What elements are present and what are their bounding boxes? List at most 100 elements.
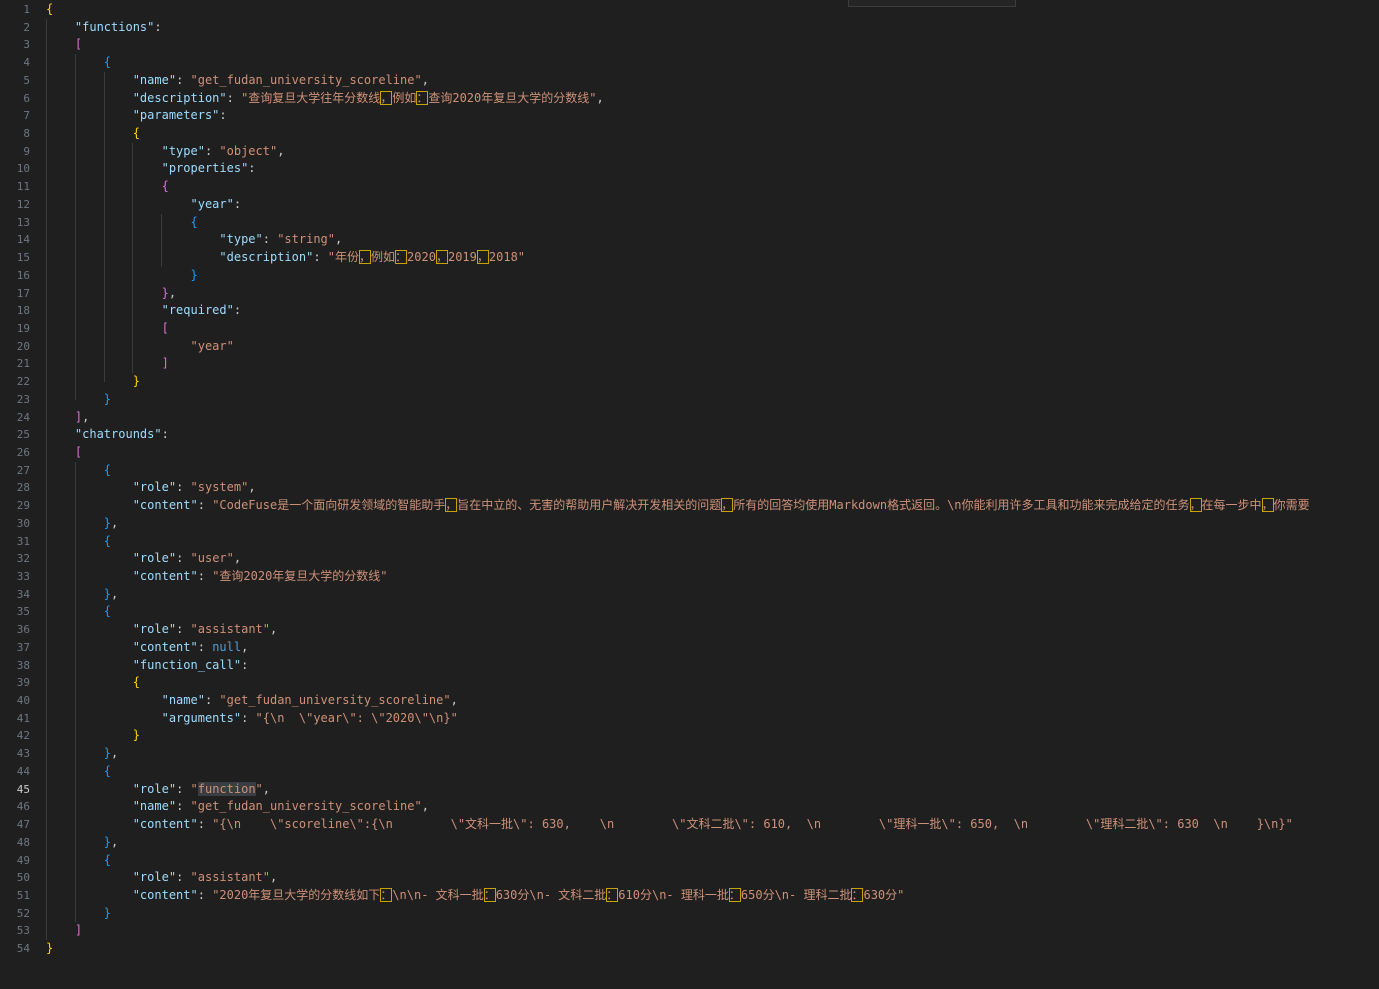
code-line[interactable]: [ [46, 444, 1379, 462]
code-line[interactable]: } [46, 905, 1379, 923]
code-line[interactable]: }, [46, 745, 1379, 763]
json-string: 610分\n- 理科一批 [618, 887, 729, 902]
code-line[interactable]: { [46, 852, 1379, 870]
code-line[interactable]: "type": "string", [46, 231, 1379, 249]
json-key: "role" [132, 622, 177, 637]
line-number: 10 [16, 162, 30, 176]
code-line[interactable]: } [46, 727, 1379, 745]
line-number: 8 [23, 127, 30, 141]
code-line[interactable]: ] [46, 922, 1379, 940]
line-number: 6 [23, 91, 30, 105]
code-line[interactable]: "role": "function", [46, 781, 1379, 799]
code-line[interactable]: "role": "user", [46, 550, 1379, 568]
code-line[interactable]: { [46, 125, 1379, 143]
code-editor[interactable]: 1 2 3 4 5 6 7 8 9 10 11 12 13 14 15 16 17 18 19 20 21 22 23 24 2… [0, 0, 1379, 989]
line-number: 45 [16, 782, 30, 796]
json-string: ， [435, 250, 448, 265]
token: , [82, 409, 90, 424]
code-line[interactable]: }, [46, 285, 1379, 303]
code-line[interactable]: "year": [46, 196, 1379, 214]
code-line[interactable]: } [46, 940, 1379, 958]
token: , [111, 746, 119, 761]
code-line[interactable]: }, [46, 834, 1379, 852]
code-line[interactable]: { [46, 54, 1379, 72]
code-line[interactable]: "content": null, [46, 639, 1379, 657]
code-line[interactable]: "content": "2020年复旦大学的分数线如下：\n\n- 文科一批：6… [46, 887, 1379, 905]
code-line[interactable]: } [46, 267, 1379, 285]
json-string: ： [851, 887, 864, 902]
code-line[interactable]: { [46, 1, 1379, 19]
token: , [335, 232, 343, 247]
code-line[interactable]: [ [46, 320, 1379, 338]
code-line[interactable]: "role": "assistant", [46, 621, 1379, 639]
token: : [241, 710, 256, 725]
code-line[interactable]: ], [46, 409, 1379, 427]
json-key: "content" [132, 817, 198, 832]
code-line[interactable]: } [46, 391, 1379, 409]
json-string: "assistant" [190, 622, 270, 637]
json-string: ： [395, 250, 408, 265]
code-line[interactable]: "year" [46, 338, 1379, 356]
line-number: 11 [16, 180, 30, 194]
code-line[interactable]: { [46, 533, 1379, 551]
line-number: 41 [16, 711, 30, 725]
code-line[interactable]: ] [46, 355, 1379, 373]
code-area[interactable]: { "functions": [ { "name": "get_fudan_un… [46, 1, 1379, 958]
code-line[interactable]: "description": "查询复旦大学往年分数线，例如：查询2020年复旦… [46, 90, 1379, 108]
bracket: { [46, 2, 54, 16]
code-line[interactable]: { [46, 214, 1379, 232]
code-line[interactable]: "content": "{\n \"scoreline\":{\n \"文科一批… [46, 816, 1379, 834]
code-line[interactable]: "functions": [46, 19, 1379, 37]
json-string: "get_fudan_university_scoreline" [219, 693, 451, 708]
json-key: "role" [132, 781, 177, 796]
json-key: "description" [132, 90, 227, 105]
code-line[interactable]: "function_call": [46, 657, 1379, 675]
bracket: } [46, 941, 54, 956]
code-line[interactable]: "arguments": "{\n \"year\": \"2020\"\n}" [46, 710, 1379, 728]
line-number: 31 [16, 534, 30, 548]
json-key: "content" [132, 498, 198, 513]
code-line[interactable]: "content": "查询2020年复旦大学的分数线" [46, 568, 1379, 586]
code-line[interactable]: { [46, 603, 1379, 621]
code-line[interactable]: { [46, 462, 1379, 480]
json-string: "assistant" [190, 870, 270, 885]
code-line[interactable]: "name": "get_fudan_university_scoreline"… [46, 692, 1379, 710]
code-line[interactable]: { [46, 763, 1379, 781]
code-line[interactable]: "description": "年份，例如：2020，2019，2018" [46, 249, 1379, 267]
token: : [176, 870, 191, 885]
line-number: 25 [16, 428, 30, 442]
code-line[interactable]: "content": "CodeFuse是一个面向研发领域的智能助手，旨在中立的… [46, 497, 1379, 515]
code-line[interactable]: "parameters": [46, 107, 1379, 125]
json-string: "system" [190, 480, 249, 495]
code-line[interactable]: [ [46, 36, 1379, 54]
code-line[interactable]: } [46, 373, 1379, 391]
code-line[interactable]: "name": "get_fudan_university_scoreline"… [46, 798, 1379, 816]
json-string: "object" [219, 143, 278, 158]
code-line[interactable]: }, [46, 515, 1379, 533]
code-line[interactable]: "name": "get_fudan_university_scoreline"… [46, 72, 1379, 90]
code-line[interactable]: "chatrounds": [46, 426, 1379, 444]
json-string: 630分" [863, 887, 905, 902]
line-number: 37 [16, 640, 30, 654]
token: , [248, 480, 256, 495]
code-line[interactable]: "properties": [46, 160, 1379, 178]
code-line[interactable]: }, [46, 586, 1379, 604]
code-line[interactable]: { [46, 178, 1379, 196]
bracket: { [161, 179, 169, 194]
token: , [450, 693, 458, 708]
code-line[interactable]: "role": "system", [46, 479, 1379, 497]
code-line[interactable]: "type": "object", [46, 143, 1379, 161]
json-string: "查询复旦大学往年分数线 [241, 90, 381, 105]
code-line[interactable]: "required": [46, 302, 1379, 320]
code-line[interactable]: "role": "assistant", [46, 869, 1379, 887]
code-line[interactable]: { [46, 674, 1379, 692]
